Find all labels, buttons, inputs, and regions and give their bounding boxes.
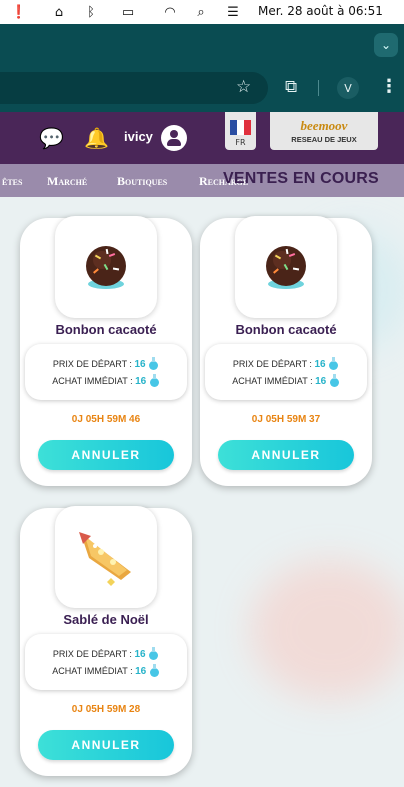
language-selector[interactable]: FR: [225, 112, 256, 150]
control-center-icon[interactable]: ☰: [224, 3, 242, 21]
buy-now-value: 16: [135, 376, 147, 387]
buy-now-label: ACHAT IMMÉDIAT :: [52, 376, 133, 386]
potion-currency-icon: [149, 664, 160, 677]
buy-now-label: ACHAT IMMÉDIAT :: [232, 376, 313, 386]
item-image-frame: [55, 506, 157, 608]
item-name: Sablé de Noël: [63, 612, 149, 627]
menu-bar: ❗ ⌂ ᛒ ▭ ◠ ⌕ ☰ Mer. 28 août à 06:51: [0, 0, 404, 24]
user-avatar-icon[interactable]: [161, 125, 187, 151]
chocolate-candy-icon: [266, 246, 306, 289]
buy-now-value: 16: [135, 666, 147, 677]
nav-item-marche[interactable]: Marché: [47, 174, 87, 189]
language-code: FR: [235, 138, 246, 147]
beemoov-tagline: RESEAU DE JEUX: [291, 135, 357, 144]
spotlight-search-icon[interactable]: ⌕: [192, 3, 210, 21]
tab-search-chevron-icon[interactable]: ⌄: [374, 33, 398, 57]
address-bar[interactable]: [0, 72, 268, 104]
notification-bell-icon[interactable]: 🔔: [84, 126, 109, 150]
time-remaining: 0J 05H 59M 46: [71, 414, 141, 425]
buy-now-row: ACHAT IMMÉDIAT : 16: [25, 374, 187, 387]
toolbar-divider: [318, 80, 319, 96]
listing-card: Sablé de Noël PRIX DE DÉPART : 16 ACHAT …: [20, 506, 192, 776]
battery-icon[interactable]: ▭: [116, 3, 140, 21]
buy-now-row: ACHAT IMMÉDIAT : 16: [205, 374, 367, 387]
start-price-row: PRIX DE DÉPART : 16: [25, 357, 187, 370]
start-price-label: PRIX DE DÉPART :: [52, 649, 132, 659]
price-panel: PRIX DE DÉPART : 16 ACHAT IMMÉDIAT : 16: [205, 344, 367, 400]
christmas-tree-cookie-icon: [79, 532, 131, 586]
buy-now-value: 16: [315, 376, 327, 387]
bookmark-star-icon[interactable]: ☆: [236, 77, 251, 97]
chocolate-candy-icon: [86, 246, 126, 289]
item-image-frame: [235, 216, 337, 318]
wifi-icon[interactable]: ◠: [161, 3, 179, 21]
potion-currency-icon: [328, 357, 339, 370]
nav-item-fetes[interactable]: êtes: [2, 174, 22, 189]
browser-menu-icon[interactable]: ⋮: [380, 76, 398, 97]
cancel-button[interactable]: ANNULER: [38, 730, 174, 760]
username[interactable]: ivicy: [124, 129, 153, 144]
section-title: VENTES EN COURS: [223, 170, 379, 187]
beemoov-logo: beemoov: [300, 118, 348, 133]
start-price-value: 16: [314, 359, 326, 370]
profile-avatar[interactable]: V: [337, 77, 359, 99]
time-remaining: 0J 05H 59M 37: [251, 414, 321, 425]
buy-now-row: ACHAT IMMÉDIAT : 16: [25, 664, 187, 677]
cancel-button[interactable]: ANNULER: [218, 440, 354, 470]
start-price-value: 16: [134, 359, 146, 370]
menu-bar-clock[interactable]: Mer. 28 août à 06:51: [258, 4, 383, 18]
cancel-button[interactable]: ANNULER: [38, 440, 174, 470]
nav-item-boutiques[interactable]: Boutiques: [117, 174, 167, 189]
price-panel: PRIX DE DÉPART : 16 ACHAT IMMÉDIAT : 16: [25, 634, 187, 690]
price-panel: PRIX DE DÉPART : 16 ACHAT IMMÉDIAT : 16: [25, 344, 187, 400]
listing-card: Bonbon cacaoté PRIX DE DÉPART : 16 ACHAT…: [200, 216, 372, 486]
start-price-row: PRIX DE DÉPART : 16: [205, 357, 367, 370]
buy-now-label: ACHAT IMMÉDIAT :: [52, 666, 133, 676]
potion-currency-icon: [329, 374, 340, 387]
time-remaining: 0J 05H 59M 28: [71, 704, 141, 715]
browser-tab-strip: ⌄: [0, 24, 404, 64]
item-name: Bonbon cacaoté: [55, 322, 157, 337]
beemoov-network-link[interactable]: beemoov RESEAU DE JEUX: [270, 112, 378, 150]
browser-toolbar: ☆ ⧉ V ⋮: [0, 64, 404, 112]
listing-card: Bonbon cacaoté PRIX DE DÉPART : 16 ACHAT…: [20, 216, 192, 486]
start-price-value: 16: [134, 649, 146, 660]
start-price-row: PRIX DE DÉPART : 16: [25, 647, 187, 660]
potion-currency-icon: [148, 357, 159, 370]
french-flag-icon: [230, 120, 251, 135]
start-price-label: PRIX DE DÉPART :: [52, 359, 132, 369]
background-decoration: [250, 560, 404, 700]
chat-icon[interactable]: 💬: [39, 126, 64, 150]
network-lock-icon[interactable]: ⌂: [50, 3, 68, 21]
extensions-puzzle-icon[interactable]: ⧉: [285, 77, 297, 97]
bluetooth-icon[interactable]: ᛒ: [82, 3, 100, 21]
potion-currency-icon: [148, 647, 159, 660]
item-image-frame: [55, 216, 157, 318]
app-status-icon[interactable]: ❗: [10, 3, 28, 21]
start-price-label: PRIX DE DÉPART :: [232, 359, 312, 369]
item-name: Bonbon cacaoté: [235, 322, 337, 337]
potion-currency-icon: [149, 374, 160, 387]
